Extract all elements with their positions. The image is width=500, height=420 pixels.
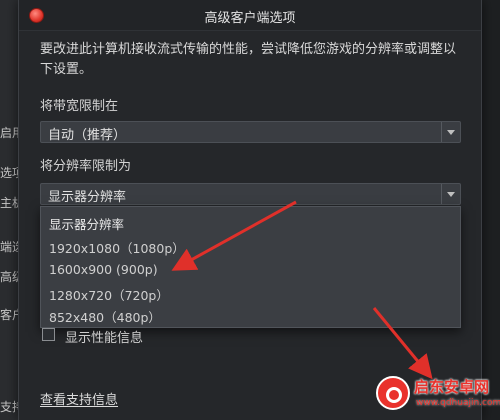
watermark-url: www.qdhuajin.com — [416, 398, 500, 408]
chevron-down-icon — [447, 192, 455, 197]
resolution-select-value: 显示器分辨率 — [48, 190, 127, 205]
resolution-select[interactable]: 显示器分辨率 — [40, 183, 461, 205]
watermark-logo-icon — [376, 376, 410, 410]
site-watermark: 启东安卓网 www.qdhuajin.com — [376, 372, 500, 416]
advanced-client-options-dialog: 高级客户端选项 要改进此计算机接收流式传输的性能，尝试降低您游戏的分辨率或调整以… — [18, 0, 482, 420]
resolution-select-arrow[interactable] — [441, 184, 460, 204]
view-support-info-link[interactable]: 查看支持信息 — [40, 389, 118, 408]
performance-info-label[interactable]: 显示性能信息 — [65, 327, 143, 346]
resolution-label: 将分辨率限制为 — [40, 159, 132, 174]
resolution-dropdown-list: 显示器分辨率 1920x1080（1080p） 1600x900 (900p) … — [40, 206, 461, 328]
bandwidth-select-arrow[interactable] — [441, 122, 460, 142]
bandwidth-select-value: 自动（推荐） — [48, 128, 127, 143]
resolution-option-1080p[interactable]: 1920x1080（1080p） — [49, 238, 185, 257]
chevron-down-icon — [447, 130, 455, 135]
watermark-title: 启东安卓网 — [414, 378, 490, 396]
resolution-option-480p[interactable]: 852x480（480p） — [49, 307, 161, 326]
dialog-description: 要改进此计算机接收流式传输的性能，尝试降低您游戏的分辨率或调整以下设置。 — [40, 42, 457, 77]
resolution-option-720p[interactable]: 1280x720（720p） — [49, 285, 169, 304]
performance-info-checkbox[interactable] — [42, 328, 55, 341]
dialog-titlebar: 高级客户端选项 — [19, 0, 481, 31]
resolution-option-display[interactable]: 显示器分辨率 — [49, 214, 124, 233]
bandwidth-select[interactable]: 自动（推荐） — [40, 121, 461, 143]
resolution-option-900p[interactable]: 1600x900 (900p) — [49, 262, 158, 277]
bandwidth-label: 将带宽限制在 — [40, 99, 119, 114]
dialog-title: 高级客户端选项 — [204, 11, 296, 26]
